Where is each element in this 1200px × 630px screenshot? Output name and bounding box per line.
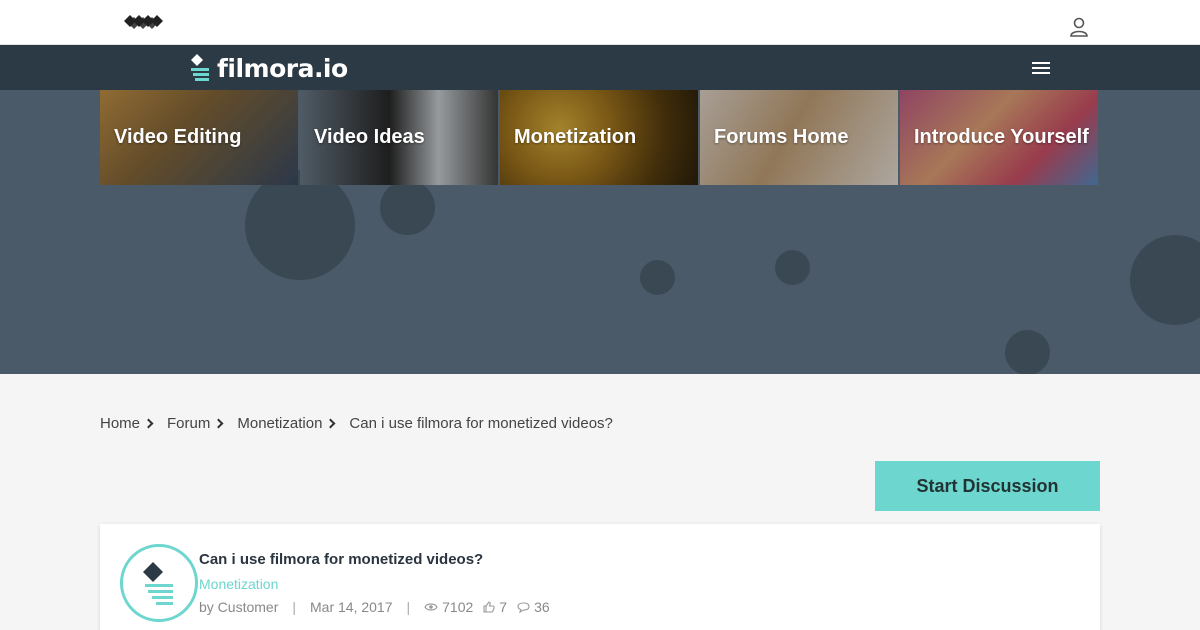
bokeh-decoration [640,260,675,295]
brand-name: filmora.io [217,53,348,83]
filmora-mark-icon [191,54,209,81]
post-meta: by Customer | Mar 14, 2017 | 7102 7 36 [199,599,560,615]
user-icon[interactable] [1068,16,1090,38]
category-tile-monetization[interactable]: Monetization [500,90,698,185]
chevron-right-icon [325,418,336,429]
filmora-avatar-icon [143,562,173,605]
category-label: Forums Home [714,126,849,148]
post-author: by Customer [199,599,279,615]
category-tile-video-editing[interactable]: Video Editing [100,90,298,185]
avatar[interactable] [120,544,198,622]
breadcrumb-current: Can i use filmora for monetized videos? [349,415,613,432]
category-tile-introduce-yourself[interactable]: Introduce Yourself [900,90,1098,185]
start-discussion-button[interactable]: Start Discussion [875,461,1100,511]
post-date: Mar 14, 2017 [310,599,393,615]
breadcrumb: Home Forum Monetization Can i use filmor… [100,415,613,432]
top-bar [0,0,1200,45]
breadcrumb-forum[interactable]: Forum [167,415,210,432]
category-tiles: Video Editing Video Ideas Monetization F… [100,90,1100,185]
wondershare-logo-icon[interactable] [124,13,164,33]
category-label: Monetization [514,126,637,148]
menu-icon[interactable] [1030,59,1054,77]
thumbs-up-icon [483,601,495,613]
views-count: 7102 [442,599,474,615]
category-tile-video-ideas[interactable]: Video Ideas [300,90,498,185]
bokeh-decoration [1005,330,1050,374]
meta-separator: | [406,599,411,615]
bokeh-decoration [1130,235,1200,325]
bokeh-decoration [775,250,810,285]
bokeh-decoration [380,180,435,235]
discussion-card[interactable]: Can i use filmora for monetized videos? … [100,524,1100,630]
meta-separator: | [292,599,296,615]
eye-icon [424,603,438,611]
chevron-right-icon [213,418,224,429]
likes-stat: 7 [483,599,507,615]
bokeh-decoration [245,170,355,280]
hero-banner: Video Editing Video Ideas Monetization F… [0,90,1200,374]
filmora-logo[interactable]: filmora.io [189,53,348,83]
views-stat: 7102 [424,599,473,615]
likes-count: 7 [499,599,508,615]
main-navbar: filmora.io [0,45,1200,90]
category-label: Introduce Yourself [914,126,1089,148]
post-title[interactable]: Can i use filmora for monetized videos? [199,551,483,568]
breadcrumb-home[interactable]: Home [100,415,140,432]
comments-stat: 36 [517,599,550,615]
category-label: Video Ideas [314,126,425,148]
comments-count: 36 [534,599,550,615]
comment-icon [517,601,530,613]
chevron-right-icon [143,418,154,429]
category-label: Video Editing [114,126,242,148]
breadcrumb-monetization[interactable]: Monetization [237,415,322,432]
category-tile-forums-home[interactable]: Forums Home [700,90,898,185]
post-category-link[interactable]: Monetization [199,576,278,592]
